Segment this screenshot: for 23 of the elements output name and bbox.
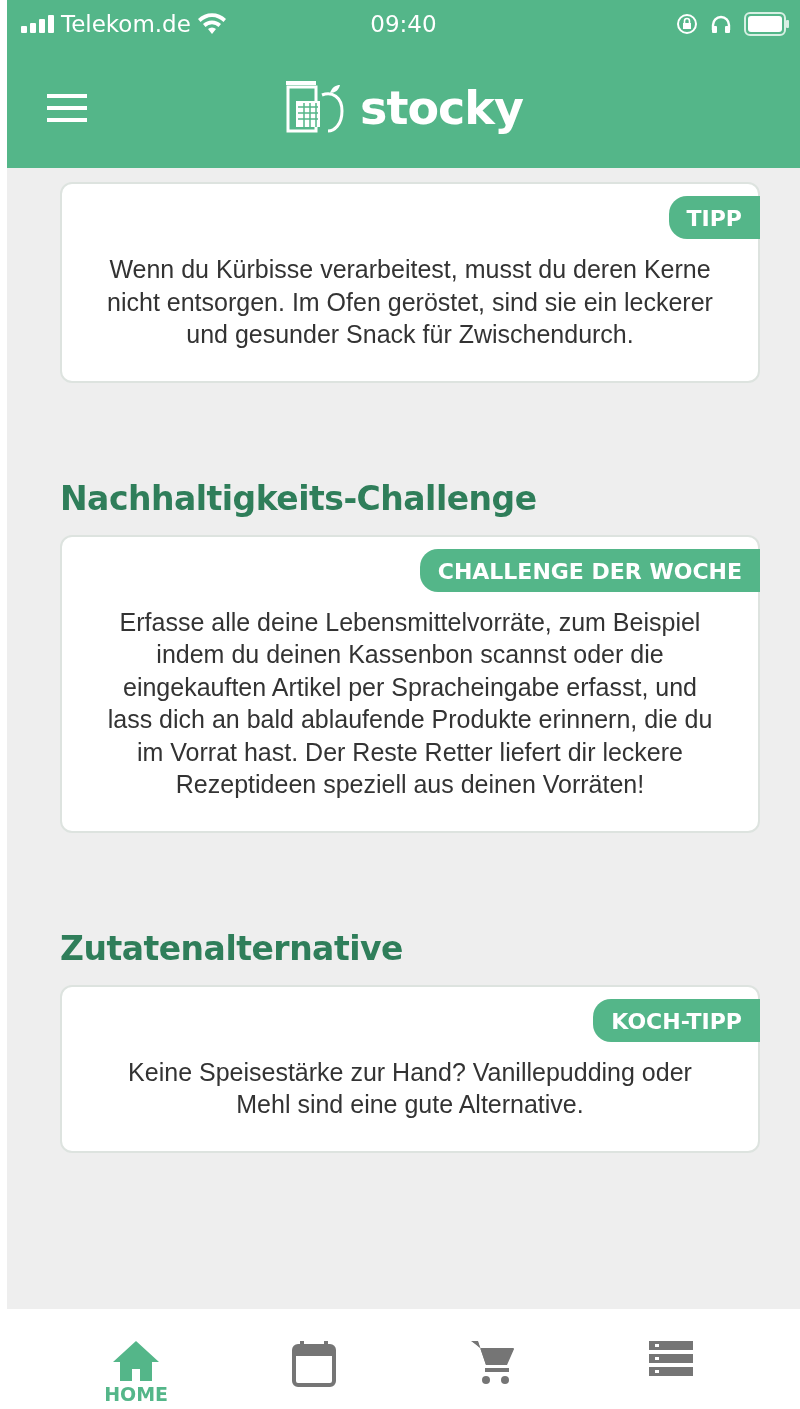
section-heading: Zutatenalternative bbox=[60, 928, 404, 969]
home-icon bbox=[113, 1341, 160, 1381]
tip-text: Erfasse alle deine Lebensmittelvorräte, zum Beispiel indem du deinen Kassenbon scannst oder die eingekauften Artikel per Spracheingabe erfasst, und lass dich an bald ablaufende Produkte erinnern, die du im Vorrat hast. Der Reste Retter liefert dir leckere Rezeptideen speziell aus deinen Vorräten! bbox=[106, 606, 714, 800]
menu-button[interactable] bbox=[47, 94, 87, 122]
tip-text: Keine Speisestärke zur Hand? Vanillepudding oder Mehl sind eine gute Alternative. bbox=[127, 1056, 693, 1120]
battery-icon bbox=[744, 12, 790, 36]
section-heading: Nachhaltigkeits-Challenge bbox=[60, 478, 538, 519]
calendar-icon bbox=[292, 1341, 337, 1387]
tab-bar-item[interactable]: HOME bbox=[86, 1341, 187, 1405]
menu-icon bbox=[47, 94, 87, 122]
clock-time: 09:40 bbox=[370, 11, 437, 37]
signal-icon bbox=[21, 15, 55, 33]
carrier-name: Telekom.de bbox=[61, 11, 191, 37]
wifi-icon bbox=[196, 13, 227, 35]
rotation-lock-icon bbox=[676, 13, 698, 35]
category-label: KOCH-TIPP bbox=[593, 998, 760, 1042]
list-icon bbox=[648, 1341, 693, 1377]
category-label: TIPP bbox=[668, 196, 760, 239]
headphones-icon bbox=[710, 13, 732, 35]
tip-text: Wenn du Kürbisse verarbeitest, musst du deren Kerne nicht entsorgen. Im Ofen geröstet, sind sie ein leckerer und gesunder Snack für Zwischendurch. bbox=[106, 254, 714, 350]
category-label: CHALLENGE DER WOCHE bbox=[419, 548, 760, 592]
app-logo-text: stocky bbox=[360, 81, 523, 135]
shopping-cart-icon bbox=[470, 1341, 515, 1385]
